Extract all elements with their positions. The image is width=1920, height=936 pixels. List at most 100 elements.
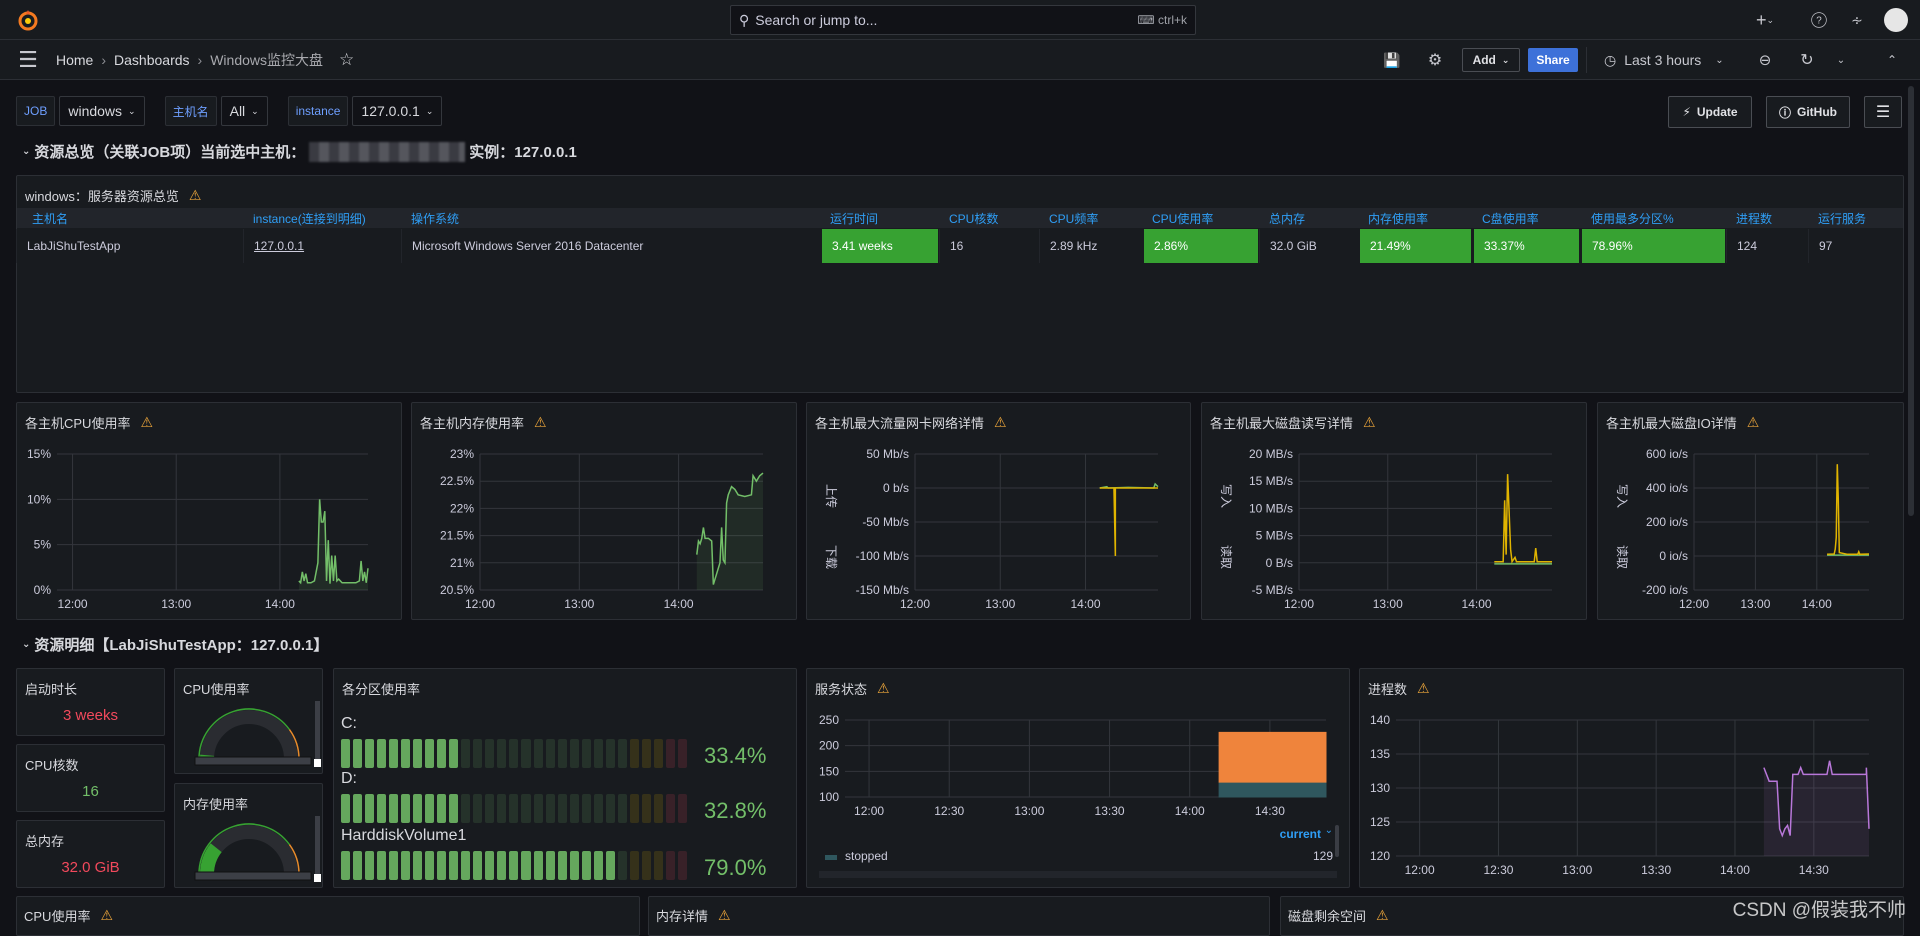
refresh-interval-chevron-icon[interactable]: ⌄ — [1834, 49, 1848, 71]
legend-sort-current[interactable]: current — [1280, 827, 1321, 841]
rss-icon[interactable]: ∻ — [1846, 9, 1868, 31]
add-button[interactable]: Add⌄ — [1462, 48, 1520, 72]
chart-proc: 12012513013514012:0012:3013:0013:3014:00… — [1360, 669, 1905, 889]
dashboard-links-menu-button[interactable]: ☰ — [1864, 96, 1902, 128]
save-icon[interactable]: 💾 — [1382, 50, 1402, 70]
legend-scrollbar[interactable] — [1335, 825, 1339, 857]
x-tick-label: 14:00 — [664, 597, 694, 611]
plus-icon[interactable]: + ⌄ — [1750, 8, 1780, 32]
table-header-cell[interactable]: C盘使用率 — [1482, 210, 1539, 227]
bar-cell — [642, 851, 651, 880]
bar-cell — [389, 851, 398, 880]
instance-link[interactable]: 127.0.0.1 — [254, 239, 304, 253]
y-tick-label: 400 io/s — [1646, 481, 1688, 495]
table-header-cell[interactable]: 操作系统 — [411, 210, 459, 227]
bar-cell — [485, 851, 494, 880]
partition-value: 79.0% — [704, 855, 766, 881]
collapse-icon[interactable]: ⌃ — [1882, 49, 1902, 71]
bar-cell — [437, 794, 446, 823]
bar-cell — [630, 739, 639, 768]
stat-value: 16 — [17, 783, 164, 800]
variable-select-instance[interactable]: 127.0.0.1⌄ — [352, 96, 442, 126]
x-tick-label: 12:00 — [58, 597, 88, 611]
clock-icon: ◷ — [1604, 52, 1616, 69]
breadcrumb-dashboards[interactable]: Dashboards — [114, 52, 190, 68]
chart-disk: -5 MB/s0 B/s5 MB/s10 MB/s15 MB/s20 MB/s1… — [1202, 403, 1588, 621]
star-icon[interactable]: ☆ — [339, 50, 354, 70]
gauge-base-bar — [195, 757, 311, 765]
x-tick-label: 13:00 — [161, 597, 191, 611]
table-header-cell[interactable]: 总内存 — [1269, 210, 1305, 227]
time-range-picker[interactable]: ◷Last 3 hours⌄ — [1604, 48, 1724, 72]
cell-value: 2.86% — [1154, 239, 1188, 253]
table-header-cell[interactable]: 主机名 — [32, 210, 68, 227]
table-header-cell[interactable]: instance(连接到明细) — [253, 210, 366, 227]
bar-cell — [534, 794, 543, 823]
bar-cell — [678, 739, 687, 768]
bar-cell — [473, 794, 482, 823]
y-tick-label: 150 — [819, 764, 839, 778]
gauge — [175, 784, 324, 889]
y-tick-label: 135 — [1370, 747, 1390, 761]
legend-item[interactable]: stopped129 — [819, 849, 1337, 865]
bar-cell — [642, 739, 651, 768]
table-cell: 2.86% — [1144, 229, 1258, 263]
bar-cell — [618, 794, 627, 823]
table-cell[interactable]: 127.0.0.1 — [243, 229, 401, 263]
help-icon[interactable]: ? — [1811, 12, 1826, 27]
panel-title: CPU核数 — [25, 755, 78, 774]
breadcrumb-home[interactable]: Home — [56, 52, 93, 68]
update-link-button[interactable]: ⚡︎Update — [1668, 96, 1752, 128]
y-tick-label: -200 io/s — [1642, 583, 1688, 597]
table-header-cell[interactable]: 内存使用率 — [1368, 210, 1428, 227]
stat-panel: CPU核数 16 — [16, 744, 165, 812]
y-tick-label: 20 MB/s — [1249, 447, 1293, 461]
legend-sort-chevron-icon[interactable]: ⌄ — [1325, 825, 1333, 836]
grafana-logo[interactable] — [16, 8, 40, 32]
gauge-panel: 内存使用率 — [174, 783, 323, 888]
table-header-cell[interactable]: 进程数 — [1736, 210, 1772, 227]
table-header-cell[interactable]: 运行时间 — [830, 210, 878, 227]
vertical-bar — [315, 701, 320, 765]
chart-panel-svc: 服务状态⚠10015020025012:0012:3013:0013:3014:… — [806, 668, 1350, 888]
y-tick-label: 100 — [819, 790, 839, 804]
zoom-out-icon[interactable]: ⊖ — [1754, 49, 1776, 71]
x-tick-label: 12:00 — [1284, 597, 1314, 611]
search-shortcut: ctrl+k — [1158, 13, 1187, 27]
partition-name: C: — [341, 715, 357, 733]
legend-horizontal-scrollbar[interactable] — [819, 871, 1337, 878]
table-cell: 124 — [1726, 229, 1808, 263]
chart-panel-cpu: 各主机CPU使用率⚠0%5%10%15%12:0013:0014:00 — [16, 402, 402, 620]
scrollbar[interactable] — [1908, 86, 1914, 516]
table-cell: 3.41 weeks — [822, 229, 938, 263]
menu-icon[interactable]: ☰ — [16, 48, 40, 72]
bar-cell — [449, 794, 458, 823]
bar-cell — [437, 739, 446, 768]
x-tick-label: 14:00 — [1720, 863, 1750, 877]
table-header-cell[interactable]: CPU频率 — [1049, 210, 1098, 227]
table-header-cell[interactable]: 使用最多分区% — [1591, 210, 1674, 227]
search-input[interactable]: ⚲ Search or jump to... ⌨ ctrl+k — [730, 5, 1196, 35]
table-header-cell[interactable]: CPU使用率 — [1152, 210, 1213, 227]
table-header-cell[interactable]: CPU核数 — [949, 210, 998, 227]
bar-cell — [666, 851, 675, 880]
variable-select-hostname[interactable]: All⌄ — [221, 96, 268, 126]
y-axis-label: 写入 — [1615, 484, 1629, 508]
x-tick-label: 12:00 — [1405, 863, 1435, 877]
bar-cell — [377, 851, 386, 880]
warning-icon: ⚠ — [100, 907, 113, 924]
x-tick-label: 12:00 — [854, 804, 884, 818]
variable-select-job[interactable]: windows⌄ — [59, 96, 144, 126]
table-header-cell[interactable]: 运行服务 — [1818, 210, 1866, 227]
gear-icon[interactable]: ⚙ — [1425, 50, 1445, 70]
refresh-icon[interactable]: ↻ — [1796, 49, 1818, 71]
share-button[interactable]: Share — [1528, 48, 1578, 72]
stat-value: 32.0 GiB — [17, 859, 164, 876]
avatar[interactable] — [1884, 8, 1908, 32]
stat-panel: 总内存32.0 GiB — [16, 820, 165, 888]
bar-cell — [473, 851, 482, 880]
github-link-button[interactable]: ⓘGitHub — [1766, 96, 1850, 128]
bar-cell — [654, 851, 663, 880]
row-header-overview[interactable]: ⌄资源总览（关联JOB项）当前选中主机： 实例：127.0.0.1 — [22, 141, 577, 162]
row-header-detail[interactable]: ⌄资源明细【LabJiShuTestApp：127.0.0.1】 — [22, 634, 328, 655]
